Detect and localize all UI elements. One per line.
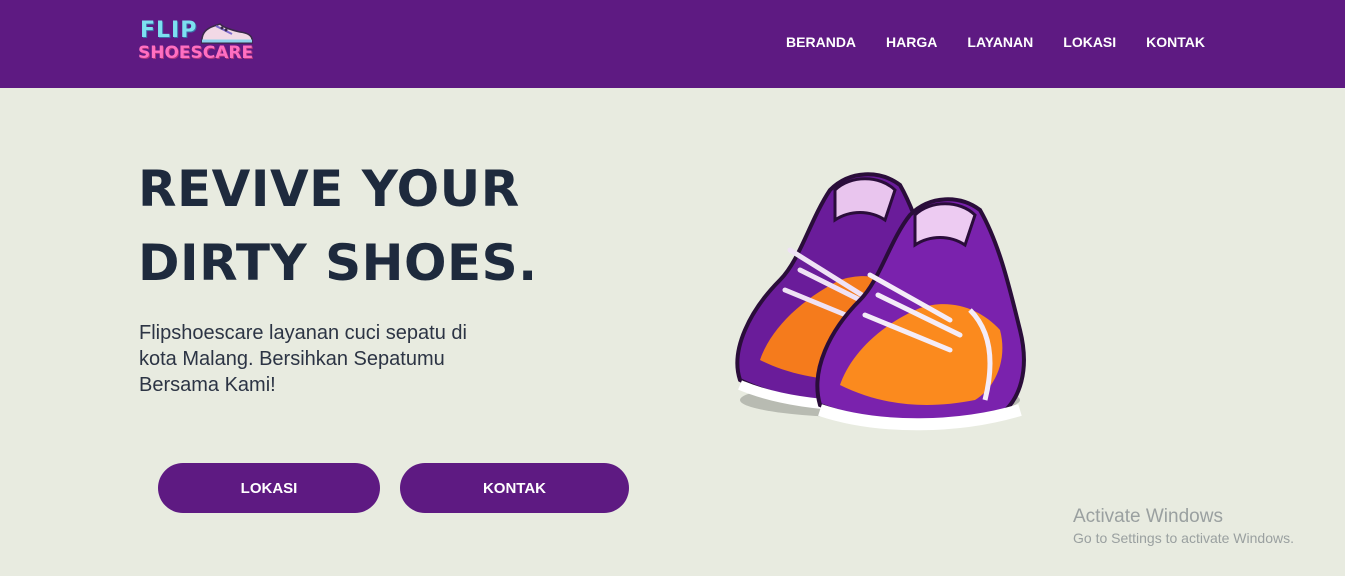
lokasi-button[interactable]: LOKASI: [158, 463, 380, 513]
nav-item-beranda[interactable]: BERANDA: [786, 34, 856, 50]
nav-item-kontak[interactable]: KONTAK: [1146, 34, 1205, 50]
watermark-title: Activate Windows: [1073, 506, 1223, 527]
kontak-button[interactable]: KONTAK: [400, 463, 629, 513]
watermark-subtitle: Go to Settings to activate Windows.: [1073, 530, 1294, 546]
nav-item-lokasi[interactable]: LOKASI: [1063, 34, 1116, 50]
hero-description: Flipshoescare layanan cuci sepatu di kot…: [139, 322, 467, 396]
nav-item-harga[interactable]: HARGA: [886, 34, 937, 50]
brand-logo-line1: FLIP: [140, 18, 198, 43]
main-nav: BERANDA HARGA LAYANAN LOKASI KONTAK: [786, 34, 1205, 50]
hero-title: REVIVE YOUR DIRTY SHOES.: [138, 152, 538, 300]
hero-title-line1: REVIVE YOUR: [138, 160, 520, 218]
brand-logo-line2: SHOESCARE: [138, 43, 254, 63]
brand-logo[interactable]: FLIP SHOESCARE: [138, 18, 258, 68]
hero-title-line2: DIRTY SHOES.: [138, 234, 538, 292]
nav-item-layanan[interactable]: LAYANAN: [967, 34, 1033, 50]
sneakers-illustration-icon: [735, 172, 1026, 431]
navbar: FLIP SHOESCARE BERANDA HARGA LAYANAN LOK…: [0, 0, 1345, 88]
windows-activation-watermark: Activate Windows Go to Settings to activ…: [1073, 506, 1294, 548]
